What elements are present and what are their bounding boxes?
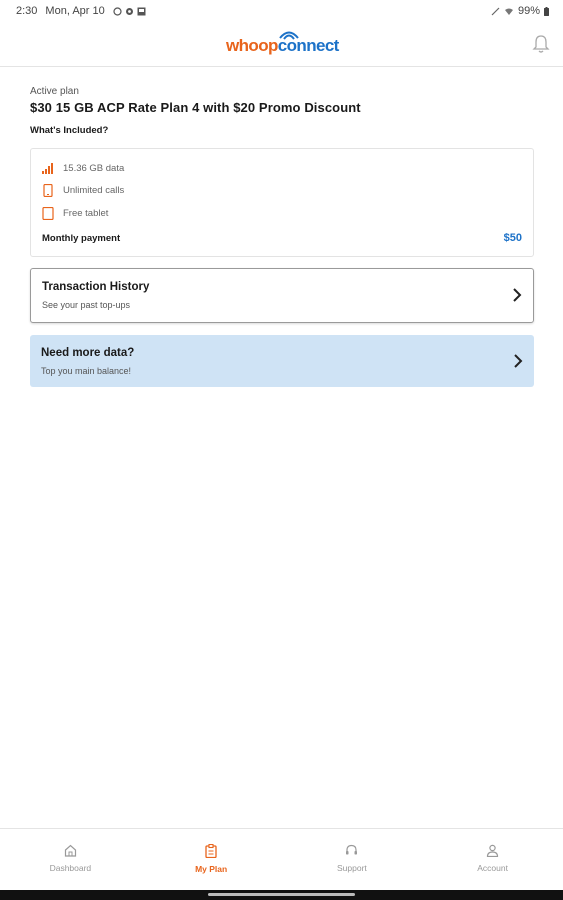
phone-icon [43,184,53,197]
sync-icon [113,6,122,16]
notification-icons [113,6,146,16]
plan-name: $30 15 GB ACP Rate Plan 4 with $20 Promo… [30,100,361,115]
status-right: 99% [491,5,549,17]
status-bar: 2:30 Mon, Apr 10 99% [0,0,563,22]
plan-label: Active plan [30,86,79,97]
need-more-data-card[interactable]: Need more data? Top you main balance! [30,335,534,387]
system-nav-bar [0,890,563,900]
included-title: What's Included? [30,125,109,136]
app-header: whoopconnect [0,22,563,67]
card-title: Need more data? [41,347,135,359]
nav-label: Support [336,863,367,873]
bell-icon[interactable] [531,34,551,54]
bottom-nav: Dashboard My Plan Support Account [0,828,563,890]
feature-calls: Unlimited calls [42,184,124,197]
chevron-right-icon [514,354,523,368]
monthly-payment-label: Monthly payment [42,233,121,244]
home-gesture-handle[interactable] [208,893,355,896]
whoopconnect-logo: whoopconnect [226,30,340,56]
pen-icon [491,7,500,15]
nav-support[interactable]: Support [282,829,423,890]
status-time: 2:30 [16,5,38,17]
nav-account[interactable]: Account [422,829,563,890]
signal-bars-icon [42,163,53,174]
feature-tablet: Free tablet [42,207,108,220]
card-title: Transaction History [42,281,150,293]
headset-icon [346,844,358,855]
nav-my-plan[interactable]: My Plan [141,829,282,890]
nav-label: My Plan [195,864,228,874]
monthly-payment-value: $50 [503,232,522,244]
card-subtitle: Top you main balance! [41,366,132,376]
nav-label: Account [477,863,508,873]
image-icon [137,7,146,15]
clipboard-icon [205,844,217,858]
feature-data: 15.36 GB data [42,162,124,174]
tablet-icon [42,207,54,220]
card-subtitle: See your past top-ups [42,300,131,310]
feature-label: Unlimited calls [63,185,125,196]
logo-whoop: whoop [226,36,278,55]
feature-label: 15.36 GB data [63,162,125,174]
chevron-right-icon [513,288,522,302]
logo-text: whoopconnect [226,36,339,56]
battery-icon [544,6,549,16]
feature-label: Free tablet [63,208,109,219]
person-icon [487,844,499,857]
logo-connect: connect [277,36,340,55]
home-icon [64,844,76,857]
nav-label: Dashboard [49,863,92,873]
included-card: 15.36 GB data Unlimited calls Free table… [30,148,534,257]
wifi-status-icon [504,8,513,15]
status-date: Mon, Apr 10 [45,5,105,17]
status-left: 2:30 Mon, Apr 10 [16,5,146,17]
plan-section: Active plan $30 15 GB ACP Rate Plan 4 wi… [30,86,535,136]
transaction-history-card[interactable]: Transaction History See your past top-up… [30,268,534,323]
nav-dashboard[interactable]: Dashboard [0,829,141,890]
gear-icon [125,7,133,15]
battery-percent: 99% [517,5,540,17]
